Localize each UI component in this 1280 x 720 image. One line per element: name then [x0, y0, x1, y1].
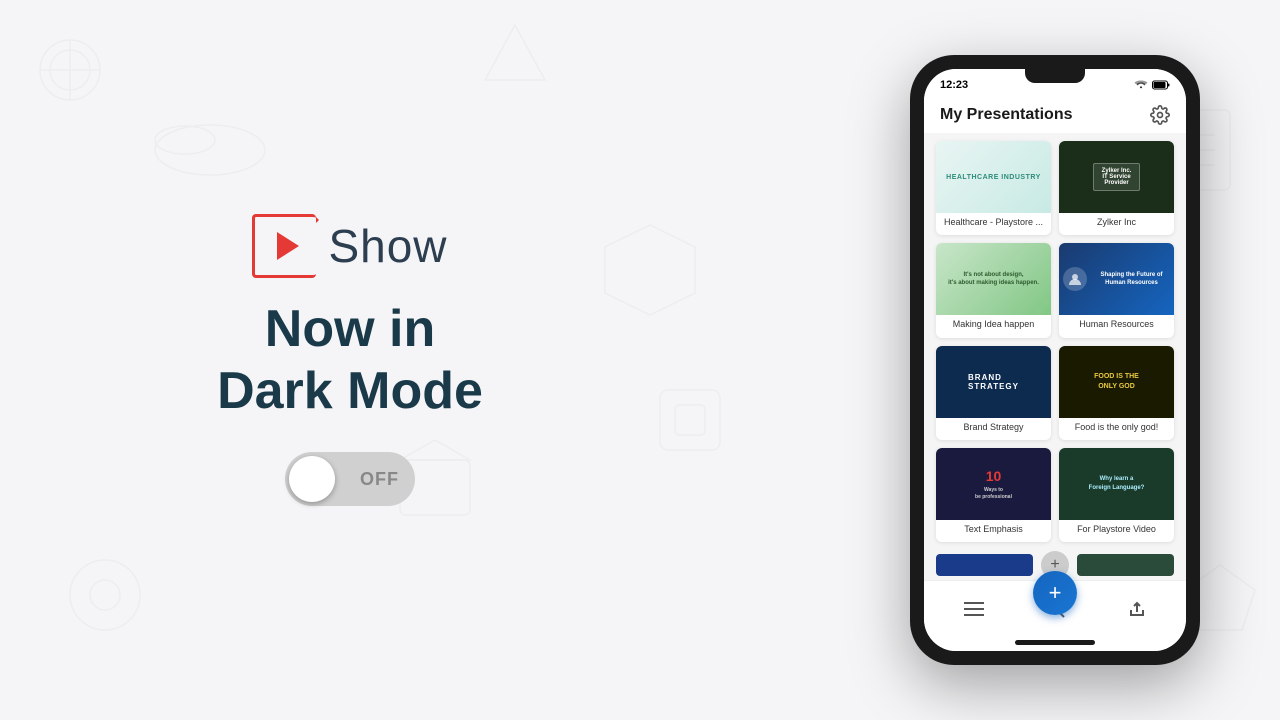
thumb-zylker-inner: Zylker Inc.IT ServiceProvider [1093, 163, 1141, 191]
app-header: My Presentations [924, 97, 1186, 133]
battery-icon [1152, 80, 1170, 90]
thumb-text-inner: 10 Ways tobe professional [975, 467, 1012, 501]
play-icon [277, 232, 299, 260]
thumb-healthcare: HEALTHCARE INDUSTRY [936, 141, 1051, 213]
partial-thumb-1 [936, 554, 1033, 576]
status-time: 12:23 [940, 79, 968, 91]
app-title: My Presentations [940, 106, 1072, 124]
partial-thumb-2 [1077, 554, 1174, 576]
presentation-item-zylker[interactable]: Zylker Inc.IT ServiceProvider Zylker Inc [1059, 141, 1174, 235]
thumb-num: 10 [975, 467, 1012, 487]
presentations-grid: HEALTHCARE INDUSTRY Healthcare - Playsto… [924, 133, 1186, 550]
left-panel: Show Now in Dark Mode OFF [0, 0, 700, 720]
menu-icon [964, 601, 984, 617]
tagline-line2: Dark Mode [217, 360, 483, 422]
fab-button[interactable]: + [1033, 571, 1077, 615]
thumb-playstore: Why learn aForeign Language? [1059, 448, 1174, 520]
pres-title-food: Food is the only god! [1059, 418, 1174, 437]
thumb-zylker-text: Zylker Inc.IT ServiceProvider [1102, 168, 1132, 186]
thumb-brand-text: BRANDSTRATEGY [968, 373, 1019, 391]
menu-icon-container[interactable] [964, 601, 984, 617]
toggle-state-label: OFF [360, 469, 399, 490]
thumb-hr-avatar [1063, 267, 1087, 291]
thumb-text-label: Ways tobe professional [975, 487, 1012, 501]
pres-title-idea: Making Idea happen [936, 315, 1051, 334]
dark-mode-toggle[interactable]: OFF [285, 452, 415, 506]
thumb-hr: Shaping the Future of Human Resources [1059, 243, 1174, 315]
toggle-knob [289, 456, 335, 502]
thumb-idea: It's not about design,it's about making … [936, 243, 1051, 315]
pres-title-text: Text Emphasis [936, 520, 1051, 539]
thumb-zylker: Zylker Inc.IT ServiceProvider [1059, 141, 1174, 213]
pres-title-healthcare: Healthcare - Playstore ... [936, 213, 1051, 232]
thumb-hr-text: Shaping the Future of Human Resources [1093, 271, 1170, 288]
presentation-item-brand[interactable]: BRANDSTRATEGY Brand Strategy [936, 346, 1051, 440]
presentation-item-healthcare[interactable]: HEALTHCARE INDUSTRY Healthcare - Playsto… [936, 141, 1051, 235]
home-indicator [1015, 640, 1095, 645]
pres-title-hr: Human Resources [1059, 315, 1174, 334]
thumb-hr-inner: Shaping the Future of Human Resources [1059, 263, 1174, 295]
thumb-brand: BRANDSTRATEGY [936, 346, 1051, 418]
settings-icon[interactable] [1150, 105, 1170, 125]
tagline: Now in Dark Mode [217, 298, 483, 423]
presentation-item-playstore[interactable]: Why learn aForeign Language? For Playsto… [1059, 448, 1174, 542]
presentation-item-text[interactable]: 10 Ways tobe professional Text Emphasis [936, 448, 1051, 542]
thumb-food: FOOD IS THEONLY GOD [1059, 346, 1174, 418]
upload-icon [1128, 600, 1146, 618]
pres-title-zylker: Zylker Inc [1059, 213, 1174, 232]
pres-title-playstore: For Playstore Video [1059, 520, 1174, 539]
presentation-item-hr[interactable]: Shaping the Future of Human Resources Hu… [1059, 243, 1174, 337]
status-icons [1134, 80, 1170, 90]
presentation-item-food[interactable]: FOOD IS THEONLY GOD Food is the only god… [1059, 346, 1174, 440]
upload-icon-container[interactable] [1128, 600, 1146, 618]
logo-icon [252, 214, 316, 278]
phone-mockup: 12:23 My [910, 55, 1200, 665]
tagline-line1: Now in [217, 298, 483, 360]
thumb-food-text: FOOD IS THEONLY GOD [1094, 372, 1139, 390]
bottom-nav-bar: + [924, 580, 1186, 636]
phone-screen: 12:23 My [924, 69, 1186, 651]
toggle-container: OFF [285, 452, 415, 506]
thumb-healthcare-text: HEALTHCARE INDUSTRY [946, 174, 1041, 181]
pres-title-brand: Brand Strategy [936, 418, 1051, 437]
logo-text: Show [328, 219, 447, 273]
phone-body: 12:23 My [910, 55, 1200, 665]
wifi-icon [1134, 80, 1148, 90]
thumb-text: 10 Ways tobe professional [936, 448, 1051, 520]
logo-container: Show [252, 214, 447, 278]
thumb-idea-text: It's not about design,it's about making … [942, 265, 1045, 294]
thumb-playstore-text: Why learn aForeign Language? [1085, 471, 1149, 496]
fab-plus-icon: + [1049, 582, 1062, 604]
phone-notch [1025, 69, 1085, 83]
presentation-item-idea[interactable]: It's not about design,it's about making … [936, 243, 1051, 337]
home-indicator-container [924, 636, 1186, 651]
